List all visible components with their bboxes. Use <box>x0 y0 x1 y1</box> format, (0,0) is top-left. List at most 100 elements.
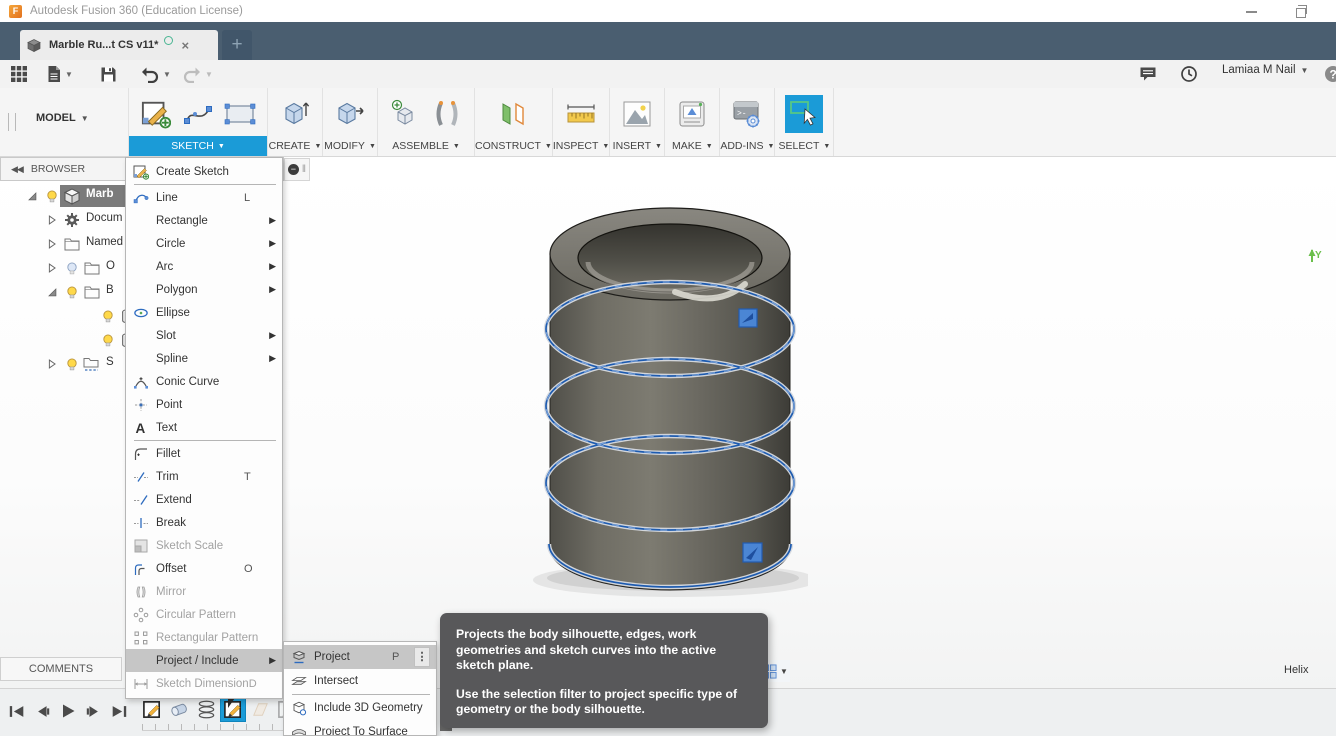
more-options-icon[interactable]: ⋮ <box>414 647 430 667</box>
skip-end-button[interactable] <box>110 704 128 719</box>
measure-icon[interactable] <box>564 97 598 131</box>
helix-bottom-handle[interactable] <box>742 542 763 563</box>
browser-row-marb[interactable]: Marb <box>0 184 130 208</box>
submenu-item-project[interactable]: Project P ⋮ <box>284 645 436 669</box>
browser-row-o[interactable]: O <box>0 256 126 280</box>
menu-item-sketch-dimension[interactable]: Sketch Dimension D <box>126 672 282 695</box>
user-account-menu[interactable]: Lamiaa M Nail ▼ <box>1222 64 1308 76</box>
ribbon-tab-insert[interactable]: INSERT ▼ <box>610 136 664 156</box>
step-back-button[interactable] <box>35 704 51 719</box>
menu-item-text[interactable]: A Text <box>126 416 282 439</box>
skip-start-button[interactable] <box>8 704 26 719</box>
menu-item-point[interactable]: Point <box>126 393 282 416</box>
submenu-item-include-3d-geometry[interactable]: Include 3D Geometry <box>284 696 436 720</box>
new-tab-button[interactable]: + <box>222 30 252 60</box>
insert-image-icon[interactable] <box>620 97 654 131</box>
close-tab-icon[interactable]: × <box>181 38 189 53</box>
ribbon-tab-inspect[interactable]: INSPECT ▼ <box>553 136 609 156</box>
document-tab[interactable]: Marble Ru...t CS v11* × <box>20 30 218 60</box>
comments-panel-button[interactable]: COMMENTS <box>0 657 122 681</box>
menu-item-offset[interactable]: Offset O <box>126 557 282 580</box>
scripts-addins-icon[interactable]: >- <box>730 97 764 131</box>
construction-plane-icon[interactable] <box>496 97 530 131</box>
bulb-on-icon[interactable] <box>98 306 118 326</box>
browser-row-body-6[interactable] <box>0 328 134 352</box>
modeling-viewport[interactable]: Y Z TOP FRONT RIGHT <box>0 157 1336 736</box>
joint-icon[interactable] <box>430 97 464 131</box>
ribbon-tab-sketch[interactable]: SKETCH ▼ <box>129 136 267 156</box>
menu-item-arc[interactable]: Arc ▶ <box>126 255 282 278</box>
chevron-down-icon[interactable]: ▼ <box>205 70 213 79</box>
expander-collapsed-icon[interactable] <box>42 234 62 254</box>
expander-collapsed-icon[interactable] <box>42 210 62 230</box>
timeline-item-2[interactable] <box>194 697 218 721</box>
collapse-panel-icon[interactable]: ◀◀ <box>11 164 24 175</box>
ribbon-tab-select[interactable]: SELECT ▼ <box>775 136 833 156</box>
quickbar-app-grid-button[interactable] <box>10 63 28 85</box>
menu-item-ellipse[interactable]: Ellipse <box>126 301 282 324</box>
menu-item-line[interactable]: Line L <box>126 186 282 209</box>
browser-row-s[interactable]: S <box>0 352 126 376</box>
menu-item-conic-curve[interactable]: Conic Curve <box>126 370 282 393</box>
select-cursor-icon[interactable] <box>785 94 824 133</box>
timeline-item-1[interactable] <box>167 697 191 721</box>
ribbon-tab-make[interactable]: MAKE ▼ <box>665 136 719 156</box>
bulb-off-icon[interactable] <box>62 258 82 278</box>
quickbar-history-clock-button[interactable] <box>1180 63 1198 85</box>
rectangle-icon[interactable] <box>223 97 257 131</box>
play-button[interactable] <box>60 703 76 719</box>
quickbar-undo-button[interactable]: ▼ <box>140 63 171 85</box>
quickbar-redo-button[interactable]: ▼ <box>182 63 213 85</box>
expander-expanded-icon[interactable] <box>42 282 62 302</box>
browser-row-named[interactable]: Named <box>0 232 126 256</box>
minus-circle-icon[interactable]: − <box>287 164 299 175</box>
menu-item-mirror[interactable]: Mirror <box>126 580 282 603</box>
new-component-icon[interactable] <box>388 97 422 131</box>
menu-item-circle[interactable]: Circle ▶ <box>126 232 282 255</box>
timeline-ruler[interactable] <box>142 724 300 731</box>
step-forward-button[interactable] <box>85 704 101 719</box>
expander-collapsed-icon[interactable] <box>42 354 62 374</box>
browser-row-docum[interactable]: Docum <box>0 208 126 232</box>
quickbar-file-button[interactable]: ▼ <box>46 63 73 85</box>
helix-top-handle[interactable] <box>738 308 758 328</box>
toolbar-drag-handle[interactable] <box>8 113 16 131</box>
bulb-on-icon[interactable] <box>98 330 118 350</box>
3d-print-icon[interactable] <box>675 97 709 131</box>
submenu-item-intersect[interactable]: Intersect <box>284 669 436 693</box>
cylinder-body-with-helix[interactable] <box>533 196 808 601</box>
display-settings-widget[interactable]: − ‖ <box>284 158 310 181</box>
ribbon-tab-create[interactable]: CREATE ▼ <box>268 136 322 156</box>
quickbar-comments-bubble-button[interactable] <box>1139 63 1157 85</box>
menu-item-trim[interactable]: Trim T <box>126 465 282 488</box>
spline-curve-icon[interactable] <box>181 97 215 131</box>
ribbon-tab-modify[interactable]: MODIFY ▼ <box>323 136 377 156</box>
menu-item-sketch-scale[interactable]: Sketch Scale <box>126 534 282 557</box>
menu-item-rectangle[interactable]: Rectangle ▶ <box>126 209 282 232</box>
menu-item-rectangular-pattern[interactable]: Rectangular Pattern <box>126 626 282 649</box>
browser-row-body-5[interactable] <box>0 304 134 328</box>
view-cube[interactable]: Y Z TOP FRONT RIGHT <box>1266 92 1336 262</box>
ribbon-tab-assemble[interactable]: ASSEMBLE ▼ <box>378 136 474 156</box>
expander-collapsed-icon[interactable] <box>42 258 62 278</box>
minimize-button[interactable] <box>1238 4 1264 19</box>
browser-row-b[interactable]: B <box>0 280 126 304</box>
menu-item-project-include[interactable]: Project / Include ▶ <box>126 649 282 672</box>
submenu-item-project-to-surface[interactable]: Project To Surface <box>284 720 436 735</box>
menu-item-slot[interactable]: Slot ▶ <box>126 324 282 347</box>
menu-item-extend[interactable]: Extend <box>126 488 282 511</box>
menu-item-spline[interactable]: Spline ▶ <box>126 347 282 370</box>
quickbar-save-button[interactable] <box>100 63 117 85</box>
menu-item-fillet[interactable]: Fillet <box>126 442 282 465</box>
restore-button[interactable] <box>1286 4 1312 19</box>
close-button[interactable]: ⋮ <box>1330 4 1336 19</box>
bulb-on-icon[interactable] <box>62 282 82 302</box>
bulb-on-icon[interactable] <box>62 354 82 374</box>
cylinder-side[interactable] <box>549 253 791 591</box>
ribbon-tab-add-ins[interactable]: ADD-INS ▼ <box>720 136 774 156</box>
bulb-on-icon[interactable] <box>42 186 62 206</box>
press-pull-icon[interactable] <box>333 97 367 131</box>
ribbon-tab-construct[interactable]: CONSTRUCT ▼ <box>475 136 552 156</box>
expander-expanded-icon[interactable] <box>22 186 42 206</box>
chevron-down-icon[interactable]: ▼ <box>65 70 73 79</box>
